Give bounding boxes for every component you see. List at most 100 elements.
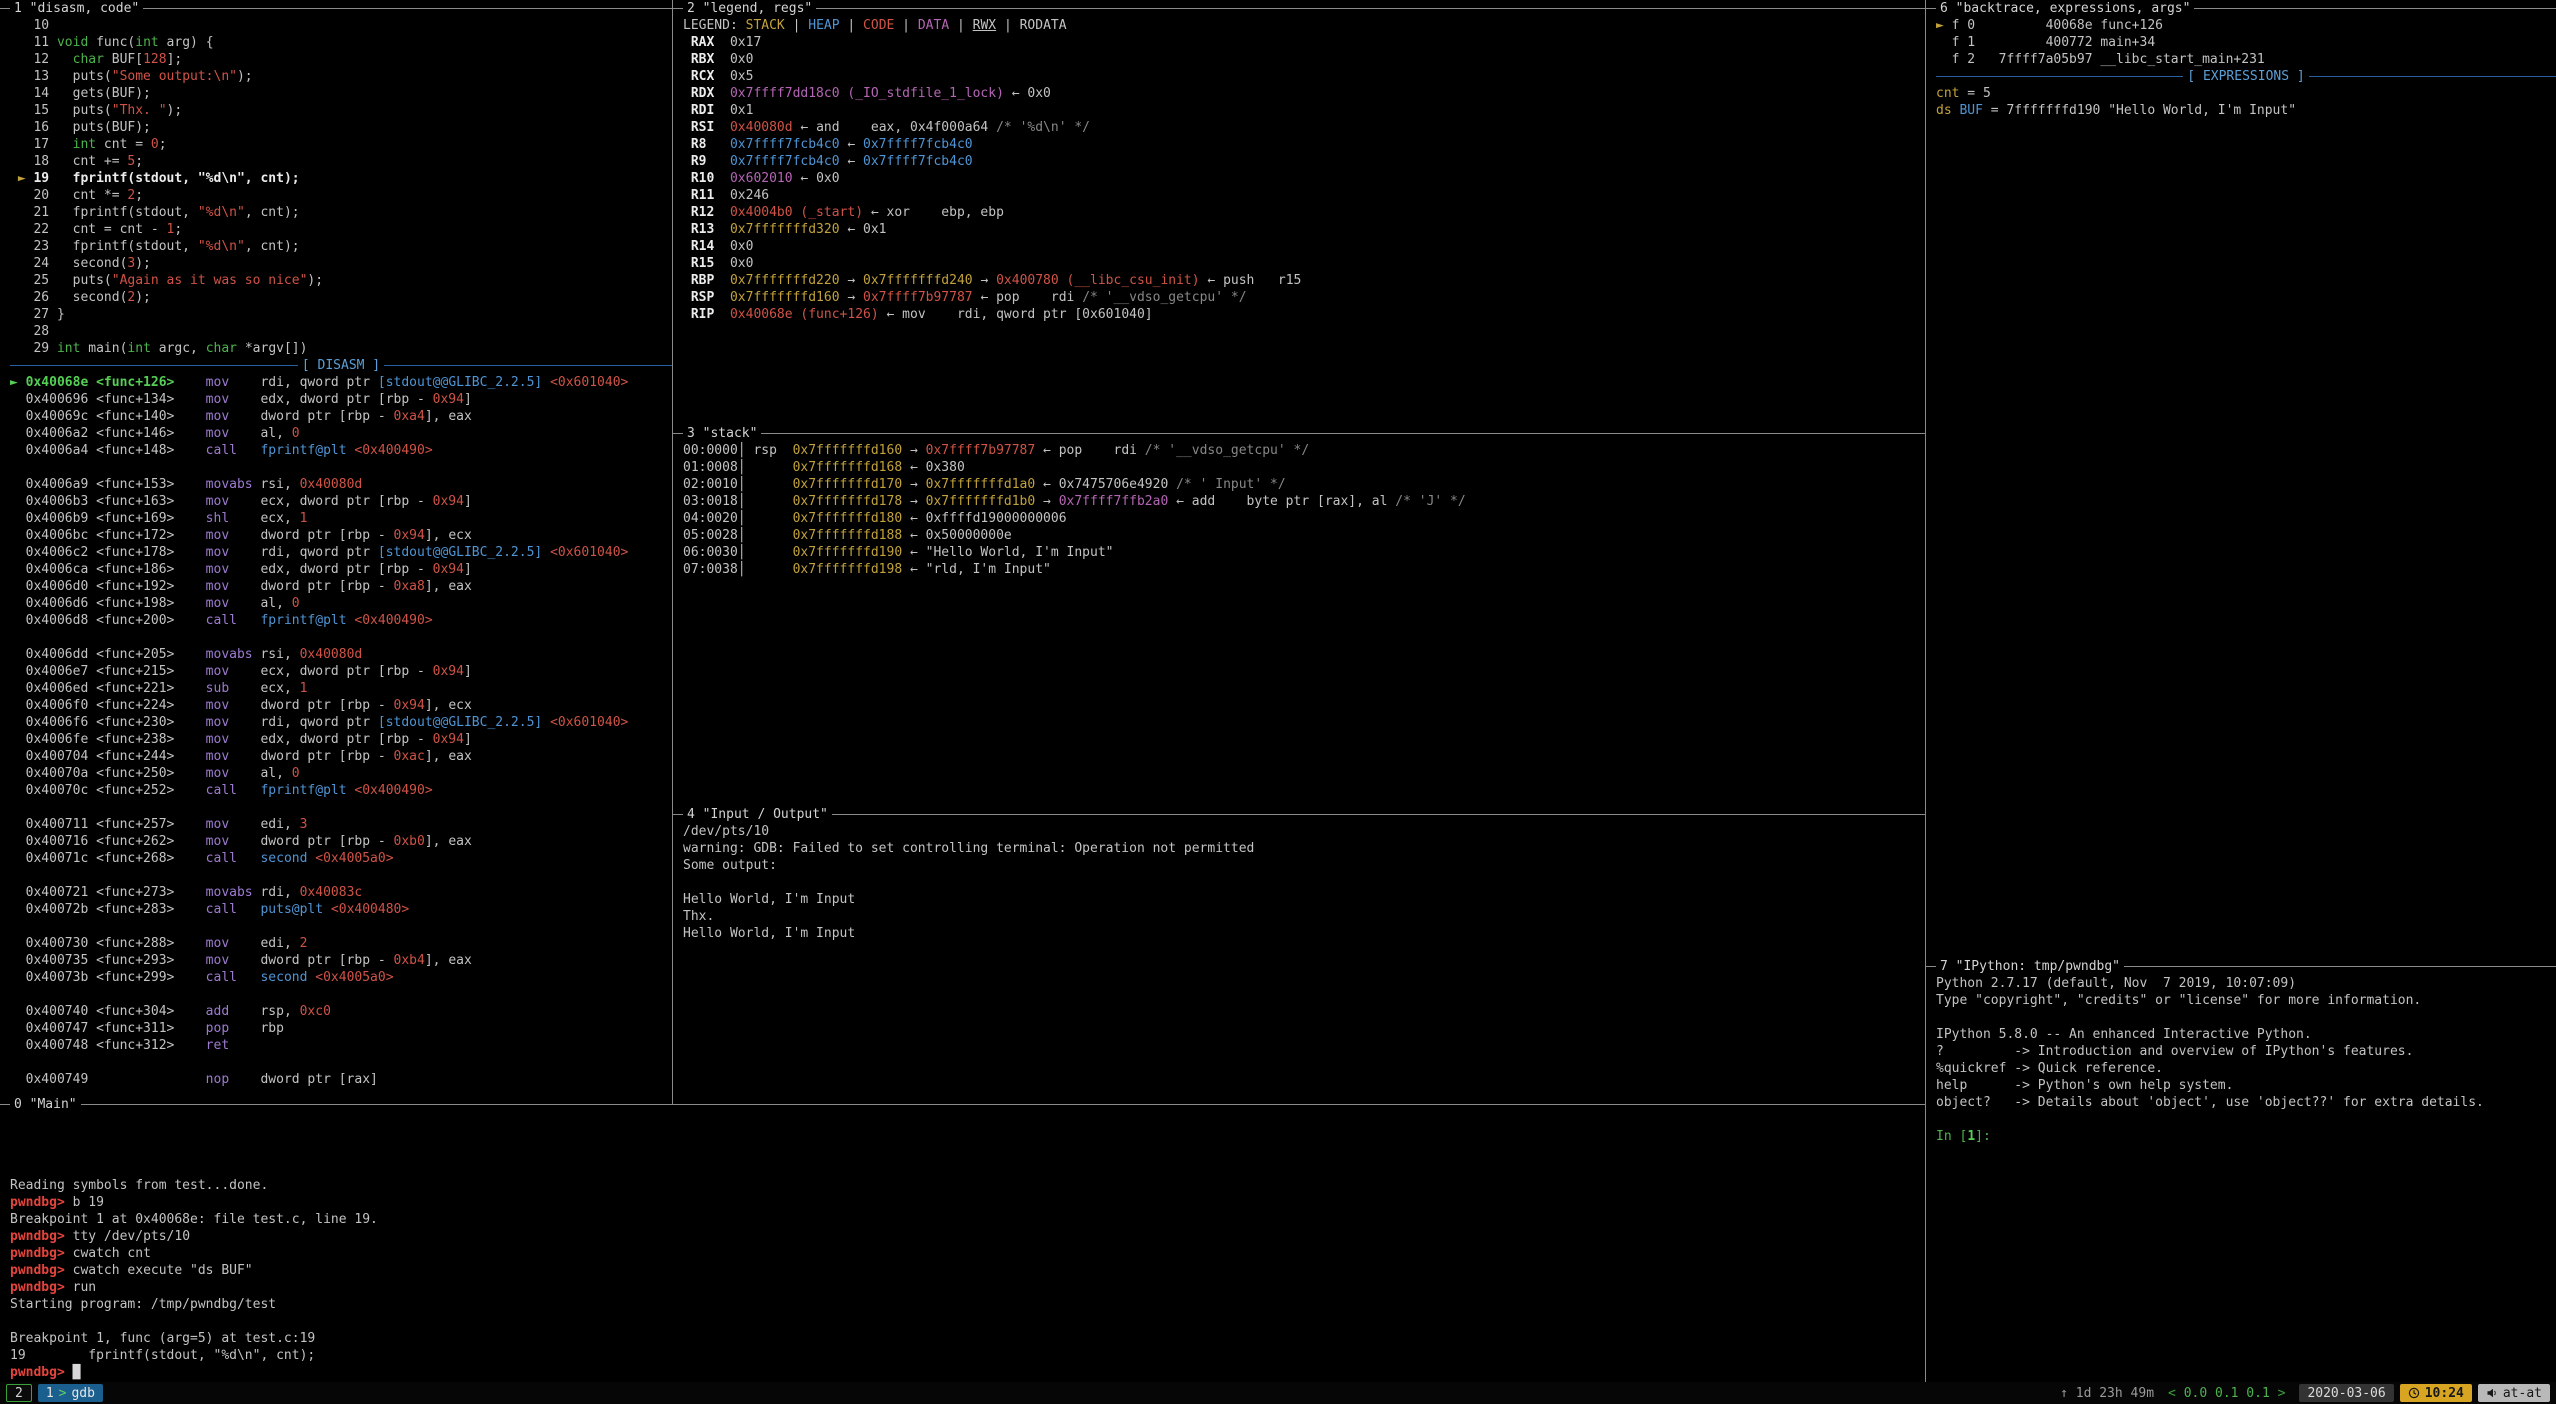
- registers-listing: LEGEND: STACK | HEAP | CODE | DATA | RWX…: [683, 17, 1925, 323]
- terminal-line: 0x40071c <func+268> call second <0x4005a…: [10, 850, 672, 867]
- terminal-line: 0x400740 <func+304> add rsp, 0xc0: [10, 1003, 672, 1020]
- pane-title-io: 4 "Input / Output": [683, 806, 832, 823]
- terminal-line: 0x400704 <func+244> mov dword ptr [rbp -…: [10, 748, 672, 765]
- terminal-line: 0x4006b3 <func+163> mov ecx, dword ptr […: [10, 493, 672, 510]
- uptime-indicator: ↑ 1d 23h 49m: [2060, 1385, 2154, 1402]
- disasm-listing: ► 0x40068e <func+126> mov rdi, qword ptr…: [10, 374, 672, 1088]
- terminal-line: Breakpoint 1, func (arg=5) at test.c:19: [10, 1330, 1925, 1347]
- terminal-line: R14 0x0: [683, 238, 1925, 255]
- pane-backtrace[interactable]: ► f 0 40068e func+126 f 1 400772 main+34…: [1926, 17, 2556, 958]
- pane-border-stack[interactable]: [673, 433, 1925, 434]
- time-value: 10:24: [2425, 1385, 2464, 1402]
- terminal-line: cnt = 5: [1936, 85, 2556, 102]
- program-output: /dev/pts/10warning: GDB: Failed to set c…: [683, 823, 1925, 942]
- terminal-line: 22 cnt = cnt - 1;: [10, 221, 672, 238]
- terminal-line: help -> Python's own help system.: [1936, 1077, 2556, 1094]
- hostname-value: at-at: [2503, 1385, 2542, 1402]
- terminal-line: In [1]:: [1936, 1128, 2556, 1145]
- ipython-console: Python 2.7.17 (default, Nov 7 2019, 10:0…: [1936, 975, 2556, 1145]
- terminal-line: 0x4006b9 <func+169> shl ecx, 1: [10, 510, 672, 527]
- terminal-line: 0x4006f0 <func+224> mov dword ptr [rbp -…: [10, 697, 672, 714]
- terminal-line: 0x400716 <func+262> mov dword ptr [rbp -…: [10, 833, 672, 850]
- terminal-line: [1936, 1009, 2556, 1026]
- pane-title-regs: 2 "legend, regs": [683, 0, 816, 17]
- section-header-label: [ EXPRESSIONS ]: [2183, 68, 2308, 85]
- terminal-line: R8 0x7ffff7fcb4c0 ← 0x7ffff7fcb4c0: [683, 136, 1925, 153]
- pane-title-main: 0 "Main": [10, 1096, 81, 1113]
- pane-title-backtrace: 6 "backtrace, expressions, args": [1936, 0, 2194, 17]
- window-tab-gdb[interactable]: 1 > gdb: [38, 1384, 103, 1402]
- pane-border-io[interactable]: [673, 814, 1925, 815]
- pane-border-vertical-left[interactable]: [672, 0, 673, 1104]
- terminal-line: 01:0008│ 0x7fffffffd168 ← 0x380: [683, 459, 1925, 476]
- terminal-line: object? -> Details about 'object', use '…: [1936, 1094, 2556, 1111]
- pane-legend-regs[interactable]: LEGEND: STACK | HEAP | CODE | DATA | RWX…: [673, 17, 1925, 425]
- up-arrow-icon: ↑: [2060, 1386, 2068, 1401]
- terminal-line: [10, 867, 672, 884]
- terminal-line: 0x4006dd <func+205> movabs rsi, 0x40080d: [10, 646, 672, 663]
- terminal-line: 17 int cnt = 0;: [10, 136, 672, 153]
- pane-title-disasm: 1 "disasm, code": [10, 0, 143, 17]
- section-header-label: [ DISASM ]: [298, 357, 384, 374]
- terminal-line: 06:0030│ 0x7fffffffd190 ← "Hello World, …: [683, 544, 1925, 561]
- terminal-line: 05:0028│ 0x7fffffffd188 ← 0x50000000e: [683, 527, 1925, 544]
- terminal-line: ► f 0 40068e func+126: [1936, 17, 2556, 34]
- pane-disasm-code[interactable]: 10 11 void func(int arg) { 12 char BUF[1…: [0, 17, 672, 1096]
- terminal-line: warning: GDB: Failed to set controlling …: [683, 840, 1925, 857]
- disasm-section-header: [ DISASM ]: [10, 357, 672, 374]
- terminal-line: 0x4006ca <func+186> mov edx, dword ptr […: [10, 561, 672, 578]
- pane-main[interactable]: Reading symbols from test...done.pwndbg>…: [0, 1113, 1925, 1382]
- terminal-line: 0x40070a <func+250> mov al, 0: [10, 765, 672, 782]
- terminal-line: Python 2.7.17 (default, Nov 7 2019, 10:0…: [1936, 975, 2556, 992]
- terminal-line: 0x400711 <func+257> mov edi, 3: [10, 816, 672, 833]
- backtrace-frames: ► f 0 40068e func+126 f 1 400772 main+34…: [1936, 17, 2556, 68]
- terminal-line: RBP 0x7fffffffd220 → 0x7fffffffd240 → 0x…: [683, 272, 1925, 289]
- pane-io[interactable]: /dev/pts/10warning: GDB: Failed to set c…: [673, 823, 1925, 1096]
- terminal-line: 25 puts("Again as it was so nice");: [10, 272, 672, 289]
- terminal-line: 10: [10, 17, 672, 34]
- terminal-line: 12 char BUF[128];: [10, 51, 672, 68]
- terminal-line: pwndbg> tty /dev/pts/10: [10, 1228, 1925, 1245]
- terminal-line: 13 puts("Some output:\n");: [10, 68, 672, 85]
- terminal-line: 0x40070c <func+252> call fprintf@plt <0x…: [10, 782, 672, 799]
- terminal-line: 0x4006a4 <func+148> call fprintf@plt <0x…: [10, 442, 672, 459]
- stack-listing: 00:0000│ rsp 0x7fffffffd160 → 0x7ffff7b9…: [683, 442, 1925, 578]
- chevron-right-icon: >: [54, 1385, 72, 1402]
- terminal-line: [10, 918, 672, 935]
- terminal-line: 0x400696 <func+134> mov edx, dword ptr […: [10, 391, 672, 408]
- pane-ipython[interactable]: Python 2.7.17 (default, Nov 7 2019, 10:0…: [1926, 975, 2556, 1382]
- terminal-line: 0x400748 <func+312> ret: [10, 1037, 672, 1054]
- terminal-line: 15 puts("Thx. ");: [10, 102, 672, 119]
- terminal-line: R13 0x7fffffffd320 ← 0x1: [683, 221, 1925, 238]
- speaker-icon: [2486, 1387, 2498, 1399]
- terminal-line: R10 0x602010 ← 0x0: [683, 170, 1925, 187]
- gdb-console: Reading symbols from test...done.pwndbg>…: [10, 1177, 1925, 1381]
- terminal-line: RCX 0x5: [683, 68, 1925, 85]
- terminal-line: %quickref -> Quick reference.: [1936, 1060, 2556, 1077]
- terminal-line: [10, 459, 672, 476]
- terminal-line: R11 0x246: [683, 187, 1925, 204]
- terminal-line: 0x4006a2 <func+146> mov al, 0: [10, 425, 672, 442]
- window-index: 1: [46, 1385, 54, 1402]
- terminal-line: pwndbg> b 19: [10, 1194, 1925, 1211]
- date-indicator: 2020-03-06: [2299, 1384, 2393, 1402]
- terminal-line: [10, 1054, 672, 1071]
- load-values: 0.0 0.1 0.1: [2184, 1386, 2270, 1401]
- uptime-value: 1d 23h 49m: [2076, 1386, 2154, 1401]
- expressions-section-header: [ EXPRESSIONS ]: [1936, 68, 2556, 85]
- window-name: gdb: [71, 1385, 94, 1402]
- angle-open-icon: <: [2168, 1386, 2176, 1401]
- terminal-line: 11 void func(int arg) {: [10, 34, 672, 51]
- pane-border-main[interactable]: [0, 1104, 1925, 1105]
- terminal-line: Breakpoint 1 at 0x40068e: file test.c, l…: [10, 1211, 1925, 1228]
- terminal-line: 27 }: [10, 306, 672, 323]
- terminal-line: 0x4006ed <func+221> sub ecx, 1: [10, 680, 672, 697]
- terminal-line: [1936, 1111, 2556, 1128]
- pane-border-vertical-right[interactable]: [1925, 0, 1926, 1382]
- terminal-line: R9 0x7ffff7fcb4c0 ← 0x7ffff7fcb4c0: [683, 153, 1925, 170]
- time-indicator: 10:24: [2400, 1384, 2472, 1402]
- terminal-line: 23 fprintf(stdout, "%d\n", cnt);: [10, 238, 672, 255]
- pane-stack[interactable]: 00:0000│ rsp 0x7fffffffd160 → 0x7ffff7b9…: [673, 442, 1925, 806]
- pane-title-ipython: 7 "IPython: tmp/pwndbg": [1936, 958, 2124, 975]
- terminal-line: 0x40069c <func+140> mov dword ptr [rbp -…: [10, 408, 672, 425]
